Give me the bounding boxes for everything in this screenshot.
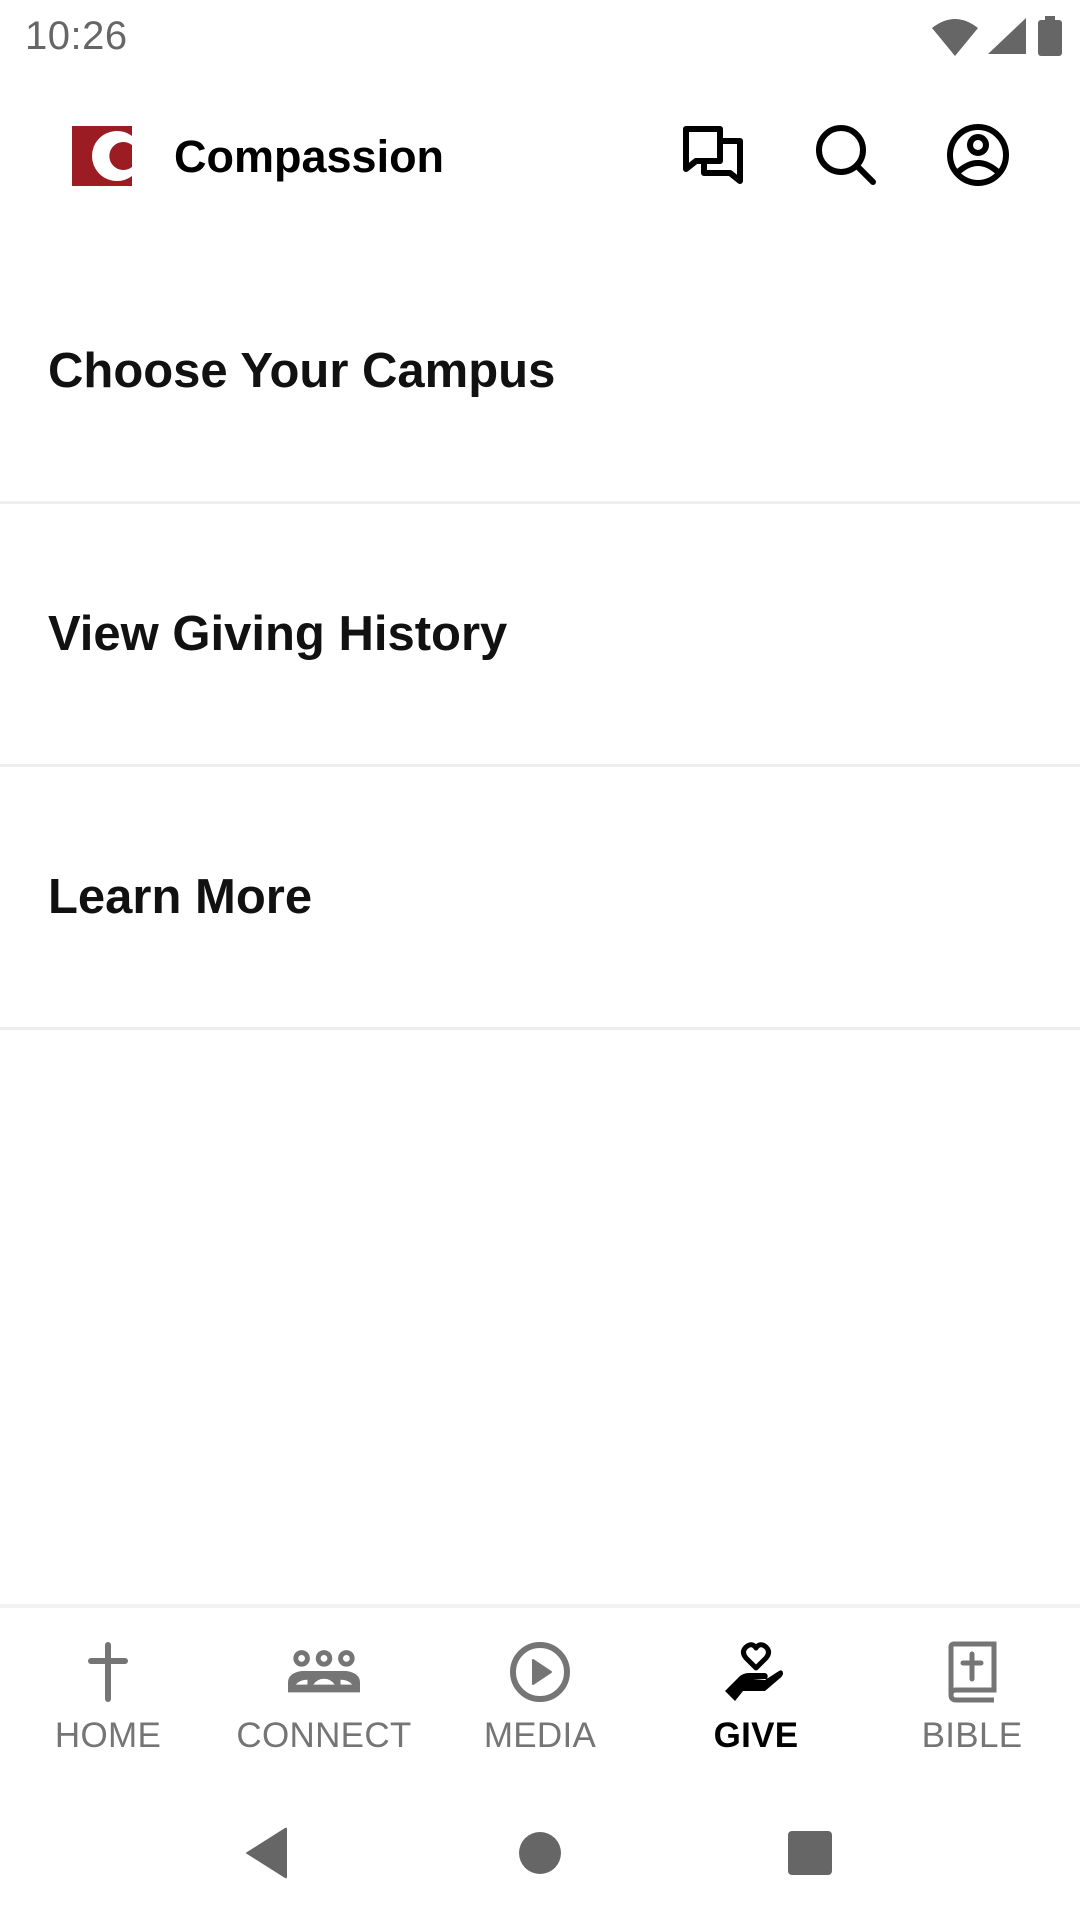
nav-label: GIVE: [713, 1716, 799, 1755]
bottom-navigation: HOME CONNECT MEDIA GIVE BIBLE: [0, 1604, 1080, 1794]
nav-label: CONNECT: [236, 1716, 412, 1755]
menu-item-label: Choose Your Campus: [48, 343, 556, 398]
profile-button[interactable]: [945, 123, 1011, 192]
status-time: 10:26: [25, 14, 128, 58]
menu-item-label: View Giving History: [48, 607, 508, 661]
chat-bubbles-icon: [682, 125, 746, 190]
messages-button[interactable]: [681, 124, 747, 190]
system-recents-button[interactable]: [740, 1790, 880, 1920]
cellular-signal-icon: [988, 16, 1028, 56]
nav-item-bible[interactable]: BIBLE: [864, 1608, 1080, 1794]
hand-heart-icon: [720, 1636, 792, 1708]
menu-item-giving-history[interactable]: View Giving History: [0, 504, 1080, 767]
wifi-icon: [932, 16, 978, 56]
app-bar: Compassion: [0, 90, 1080, 225]
system-home-button[interactable]: [470, 1790, 610, 1920]
home-circle-icon: [518, 1831, 562, 1880]
nav-item-give[interactable]: GIVE: [648, 1608, 864, 1794]
status-bar: 10:26: [0, 0, 1080, 80]
nav-item-connect[interactable]: CONNECT: [216, 1608, 432, 1794]
bible-icon: [936, 1636, 1008, 1708]
menu-item-choose-campus[interactable]: Choose Your Campus: [0, 240, 1080, 504]
account-circle-icon: [946, 123, 1010, 192]
nav-item-home[interactable]: HOME: [0, 1608, 216, 1794]
nav-label: MEDIA: [483, 1716, 597, 1755]
search-icon: [814, 123, 878, 192]
search-button[interactable]: [813, 124, 879, 190]
nav-label: HOME: [54, 1716, 162, 1755]
nav-item-media[interactable]: MEDIA: [432, 1608, 648, 1794]
recents-square-icon: [787, 1830, 833, 1881]
system-navigation-bar: [0, 1790, 1080, 1920]
back-triangle-icon: [245, 1827, 289, 1884]
menu-item-learn-more[interactable]: Learn More: [0, 767, 1080, 1030]
play-circle-icon: [504, 1636, 576, 1708]
battery-icon: [1038, 16, 1062, 56]
system-back-button[interactable]: [197, 1790, 337, 1920]
compassion-logo: [72, 126, 132, 186]
menu-item-label: Learn More: [48, 870, 313, 924]
nav-label: BIBLE: [921, 1716, 1023, 1755]
app-title: Compassion: [174, 131, 445, 182]
group-icon: [288, 1636, 360, 1708]
status-icons: [932, 16, 1062, 56]
cross-icon: [72, 1636, 144, 1708]
give-menu-list: Choose Your Campus View Giving History L…: [0, 240, 1080, 1030]
